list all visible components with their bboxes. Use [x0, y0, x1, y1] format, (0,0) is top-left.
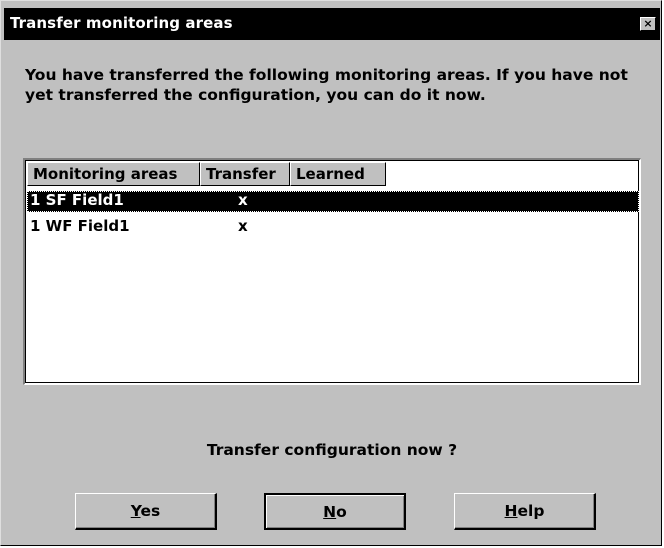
no-label-rest: o — [336, 503, 347, 521]
yes-label-rest: es — [140, 502, 161, 520]
cell-transfer: x — [238, 191, 248, 209]
help-label-rest: elp — [517, 502, 545, 520]
column-header-learned[interactable]: Learned — [290, 162, 386, 186]
cell-monitoring-area: 1 SF Field1 — [30, 191, 124, 209]
transfer-dialog: Transfer monitoring areas × You have tra… — [0, 0, 662, 546]
close-button[interactable]: × — [640, 17, 656, 31]
no-button[interactable]: No — [264, 493, 406, 530]
list-row-sf-field1[interactable]: 1 SF Field1 x — [27, 191, 639, 212]
info-message: You have transferred the following monit… — [25, 66, 628, 104]
close-icon: × — [643, 17, 653, 30]
monitoring-areas-list[interactable]: Monitoring areas Transfer Learned 1 SF F… — [23, 158, 641, 385]
column-header-monitoring-areas[interactable]: Monitoring areas — [27, 162, 200, 186]
cell-transfer: x — [238, 217, 248, 235]
transfer-question: Transfer configuration now ? — [206, 441, 458, 459]
list-header: Monitoring areas Transfer Learned — [27, 162, 386, 186]
window-title: Transfer monitoring areas — [10, 14, 233, 32]
column-header-transfer[interactable]: Transfer — [200, 162, 290, 186]
yes-mnemonic: Y — [130, 502, 141, 520]
help-mnemonic: H — [504, 502, 518, 520]
yes-button[interactable]: Yes — [75, 493, 217, 530]
title-bar[interactable]: Transfer monitoring areas × — [4, 8, 660, 40]
list-row-wf-field1[interactable]: 1 WF Field1 x — [27, 217, 639, 238]
no-mnemonic: N — [323, 503, 337, 521]
help-button[interactable]: Help — [454, 493, 596, 530]
cell-monitoring-area: 1 WF Field1 — [30, 217, 130, 235]
